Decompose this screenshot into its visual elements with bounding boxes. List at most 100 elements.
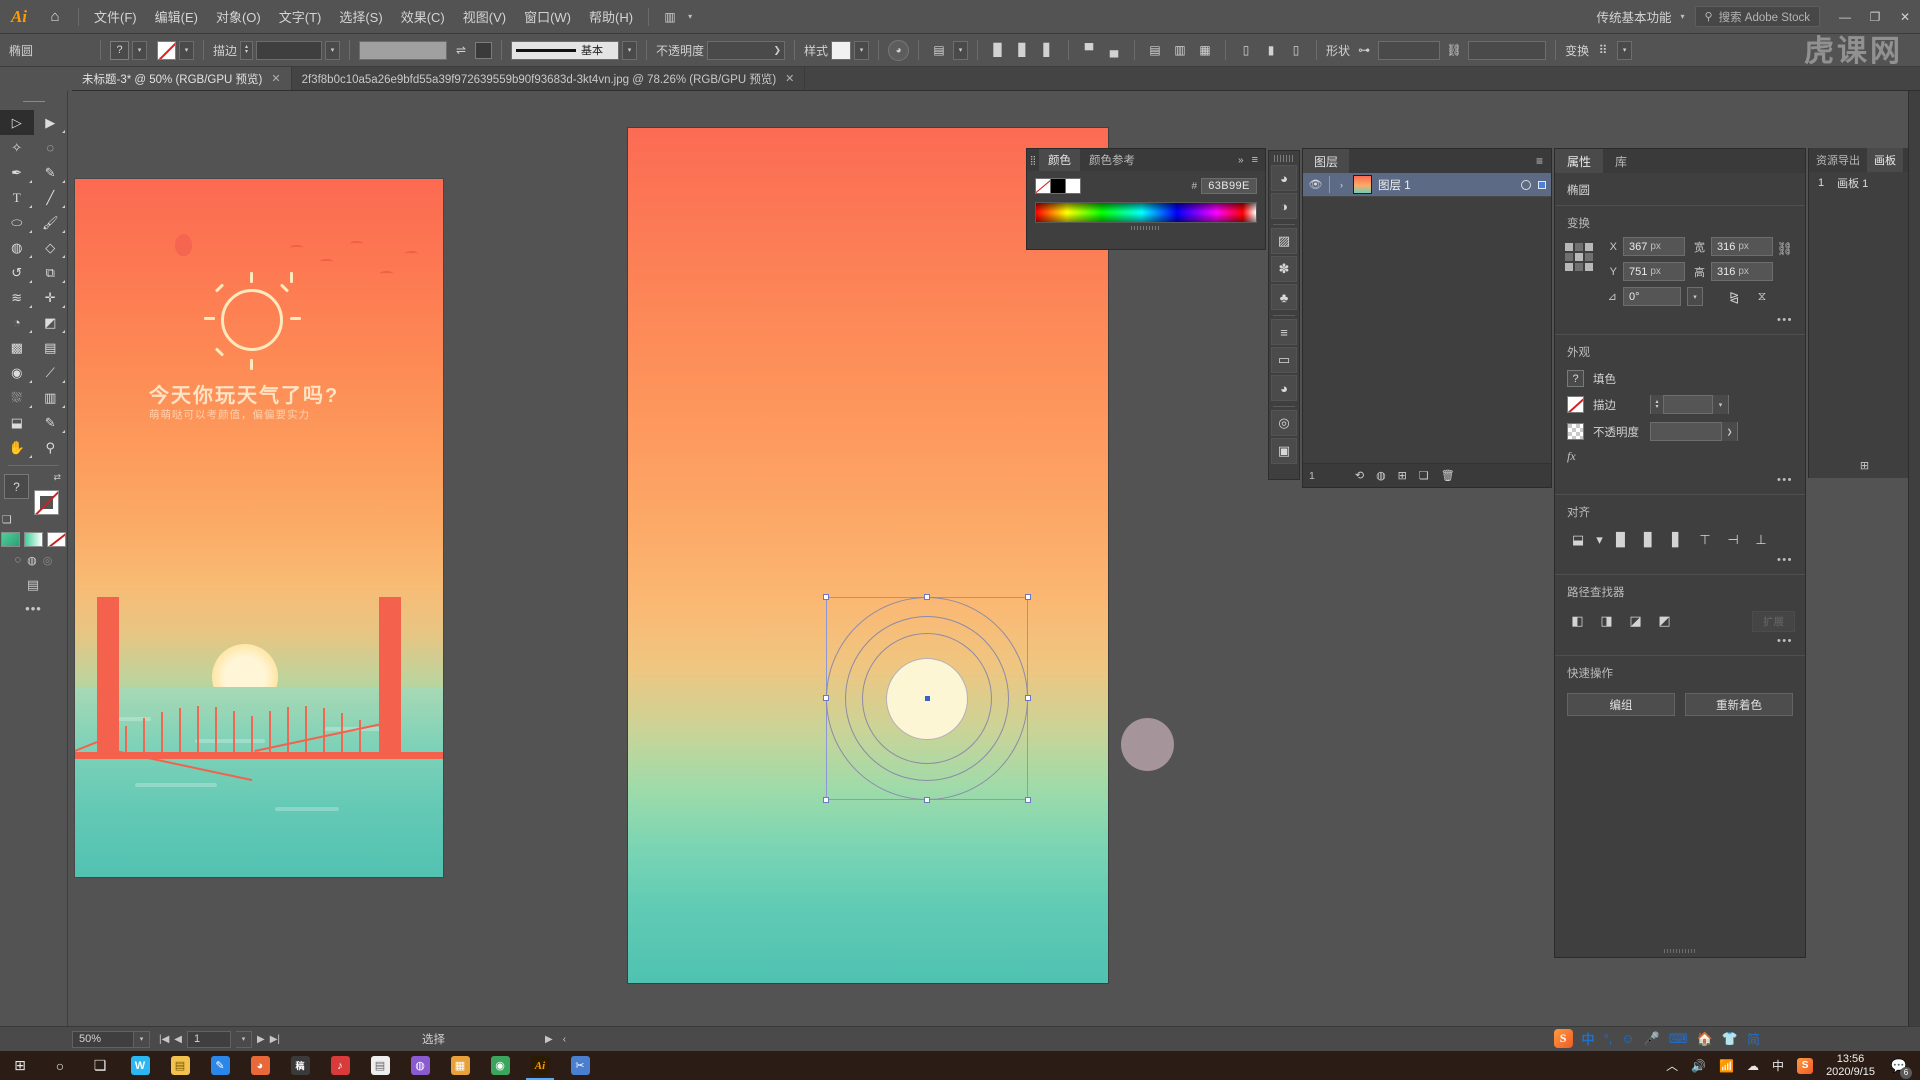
appearance-icon[interactable]: ▭	[1271, 347, 1297, 373]
stroke-arrow-swatch[interactable]	[475, 41, 493, 59]
swap-fill-stroke-icon[interactable]: ⇄	[53, 472, 61, 483]
flip-vertical-icon[interactable]: ⧖	[1751, 287, 1773, 306]
app-firefox[interactable]: ◕	[240, 1051, 280, 1080]
free-transform-tool[interactable]: ✛	[34, 285, 68, 310]
workspace-chevron-down-icon[interactable]: ▾	[1681, 12, 1685, 21]
brush-definition-control[interactable]: 基本 ▾	[506, 40, 642, 60]
menu-effect[interactable]: 效果(C)	[392, 0, 454, 34]
appearance-stroke-swatch-none-icon[interactable]	[1567, 396, 1584, 413]
curvature-tool[interactable]: ✎	[34, 160, 68, 185]
tab-color[interactable]: 颜色	[1039, 149, 1080, 171]
appearance-stroke-weight-field[interactable]: ▴ ▾ ▾	[1650, 395, 1729, 414]
last-artboard-icon[interactable]: ▶|	[270, 1034, 280, 1045]
screen-mode-icon[interactable]: ▤	[0, 577, 67, 593]
layer-row[interactable]: 👁 › 图层 1	[1303, 173, 1551, 197]
pathfinder-unite-icon[interactable]: ◧	[1565, 609, 1590, 633]
document-tab-2-close-icon[interactable]: ✕	[785, 72, 794, 85]
color-swatch-mode-icon[interactable]	[1, 532, 20, 547]
gradient-mode-icon[interactable]	[24, 532, 43, 547]
first-artboard-icon[interactable]: |◀	[159, 1034, 169, 1045]
artboards-panel-icon[interactable]: ▣	[1271, 438, 1297, 464]
stroke-weight-stepper[interactable]: ▴ ▾	[240, 40, 254, 60]
align-bottom-edges-icon[interactable]: ⊥	[1748, 528, 1774, 552]
color-panel-menu-icon[interactable]: ≡	[1248, 154, 1265, 166]
minimize-button[interactable]: —	[1830, 0, 1860, 34]
align-top-edges-icon[interactable]: ⊤	[1692, 528, 1718, 552]
ime-toolbox-icon[interactable]: 🏠	[1697, 1031, 1713, 1047]
color-panel-expand-icon[interactable]: »	[1234, 155, 1248, 166]
group-button[interactable]: 编组	[1567, 693, 1675, 716]
appearance-stroke-weight-input[interactable]	[1664, 396, 1712, 413]
opacity-row[interactable]: 不透明度 ❯	[1555, 418, 1805, 445]
width-tool[interactable]: ≋	[0, 285, 34, 310]
drawing-mode-inside-icon[interactable]: ◎	[43, 554, 53, 567]
isolate-chevron-down-icon[interactable]: ▾	[953, 40, 969, 60]
color-panel-resize-handle[interactable]	[1131, 226, 1161, 230]
layer-selection-indicator[interactable]	[1538, 180, 1546, 189]
distribute-center-icon[interactable]: ▥	[1169, 40, 1191, 61]
handle-top-center[interactable]	[924, 594, 930, 600]
menu-file[interactable]: 文件(F)	[85, 0, 146, 34]
none-mode-icon[interactable]	[47, 532, 66, 547]
opacity-flyout-icon[interactable]: ❯	[773, 45, 781, 56]
ime-skin-icon[interactable]: 👕	[1722, 1031, 1738, 1047]
notification-center-icon[interactable]: 💬 6	[1888, 1055, 1912, 1079]
prev-artboard-icon[interactable]: ◀	[174, 1034, 182, 1045]
menu-view[interactable]: 视图(V)	[454, 0, 515, 34]
app-illustrator[interactable]: Ai	[520, 1051, 560, 1080]
appearance-opacity-field[interactable]: ❯	[1650, 422, 1738, 441]
tray-chevron-up-icon[interactable]: ︿	[1666, 1057, 1678, 1074]
zoom-chevron-down-icon[interactable]: ▾	[134, 1030, 150, 1048]
handle-bottom-center[interactable]	[924, 797, 930, 803]
create-new-layer-icon[interactable]: ❏	[1419, 469, 1429, 482]
color-panel-drag-handle[interactable]: ⣿	[1027, 149, 1039, 171]
arrange-documents-icon[interactable]: ▥	[655, 0, 685, 34]
distribute-spacing-center-icon[interactable]: ▮	[1260, 40, 1282, 61]
align-chevron-down-icon[interactable]: ▾	[1593, 528, 1606, 552]
blend-tool[interactable]: ◉	[0, 360, 34, 385]
transparency-icon[interactable]: ▨	[1271, 228, 1297, 254]
taskbar-clock[interactable]: 13:56 2020/9/15	[1826, 1053, 1875, 1079]
status-play-icon[interactable]: ▶	[545, 1034, 553, 1045]
stroke-weight-control[interactable]: 描边 ▴ ▾ ▾	[208, 40, 345, 60]
app-editor[interactable]: ✎	[200, 1051, 240, 1080]
stroke-color-swatch[interactable]	[34, 490, 59, 515]
document-tab-2[interactable]: 2f3f8b0c10a5a26e9bfd55a39f972639559b90f9…	[291, 67, 806, 90]
flip-horizontal-icon[interactable]: ⧎	[1723, 287, 1745, 306]
transform-grid-icon[interactable]: ⠿	[1592, 40, 1614, 61]
ime-keyboard-icon[interactable]: ⌨	[1669, 1031, 1688, 1047]
shaper-tool[interactable]: ◍	[0, 235, 34, 260]
style-swatch[interactable]	[831, 40, 852, 60]
close-button[interactable]: ✕	[1890, 0, 1920, 34]
stroke-weight-chevron-down-icon[interactable]: ▾	[325, 40, 341, 60]
shape-control[interactable]: 形状 ⊶ ⛓	[1321, 40, 1551, 61]
pathfinder-more-options-icon[interactable]: •••	[1555, 633, 1805, 655]
stroke-weight-input[interactable]	[256, 40, 323, 60]
ime-emoji-icon[interactable]: ☺	[1621, 1031, 1634, 1046]
width-input[interactable]: 316 px	[1711, 237, 1773, 256]
align-left-edges-icon[interactable]: ▉	[1608, 528, 1634, 552]
tab-asset-export[interactable]: 资源导出	[1809, 148, 1867, 172]
pathfinder-expand-button[interactable]: 扩展	[1752, 610, 1795, 632]
properties-panel-resize-handle[interactable]	[1664, 949, 1696, 953]
ime-toolbar[interactable]: S 中 °, ☺ 🎤 ⌨ 🏠 👕 简	[1553, 1028, 1760, 1049]
artboards-panel[interactable]: 资源导出 画板 1 画板 1 ⊞	[1808, 148, 1920, 478]
direct-selection-tool[interactable]: ▶	[34, 110, 68, 135]
gradient-icon[interactable]: ◑	[1271, 193, 1297, 219]
zoom-level-input[interactable]: 50%	[72, 1030, 134, 1048]
distribute-bottom-icon[interactable]: ▦	[1194, 40, 1216, 61]
selection-tool[interactable]: ▷	[0, 110, 34, 135]
handle-top-right[interactable]	[1025, 594, 1031, 600]
recolor-button[interactable]: 重新着色	[1685, 693, 1793, 716]
angle-chevron-down-icon[interactable]: ▾	[1687, 287, 1703, 306]
arrange-chevron-down-icon[interactable]: ▾	[688, 12, 692, 21]
ellipse-tool[interactable]: ⬭	[0, 210, 34, 235]
isolate-selected-icon[interactable]: ▤	[928, 40, 950, 61]
stroke-profile-field[interactable]	[359, 40, 448, 60]
color-none-swatch-icon[interactable]	[1035, 178, 1051, 194]
align-horizontal-center-icon[interactable]: ▊	[1636, 528, 1662, 552]
appearance-stroke-chevron-down-icon[interactable]: ▾	[1712, 395, 1728, 414]
tab-libraries[interactable]: 库	[1603, 149, 1639, 173]
app-explorer[interactable]: ▤	[160, 1051, 200, 1080]
document-tab-1-close-icon[interactable]: ✕	[271, 72, 280, 85]
